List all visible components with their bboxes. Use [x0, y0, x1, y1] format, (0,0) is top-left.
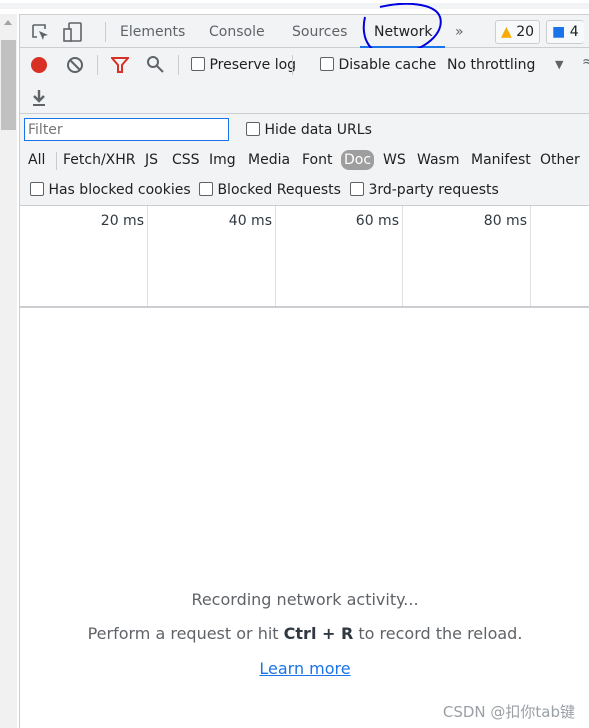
- type-media[interactable]: Media: [248, 152, 290, 168]
- message-icon: ■: [552, 24, 566, 40]
- preserve-log-checkbox[interactable]: Preserve log: [191, 57, 296, 73]
- page-scrollbar[interactable]: [0, 14, 17, 728]
- scroll-up-icon[interactable]: [4, 20, 12, 25]
- type-js[interactable]: JS: [145, 152, 158, 168]
- type-css[interactable]: CSS: [172, 152, 200, 168]
- type-manifest[interactable]: Manifest: [471, 152, 531, 168]
- chevron-down-icon[interactable]: ▼: [555, 58, 563, 71]
- timeline-tick: 80 ms: [403, 206, 531, 306]
- learn-more-link[interactable]: Learn more: [259, 659, 350, 678]
- filter-bar: Hide data URLs All Fetch/XHR JS CSS Img …: [20, 114, 589, 206]
- timeline-tick: 60 ms: [276, 206, 403, 306]
- warning-icon: ▲: [501, 24, 512, 40]
- type-ws[interactable]: WS: [383, 152, 406, 168]
- tab-sources[interactable]: Sources: [292, 24, 347, 40]
- import-har-icon[interactable]: [31, 89, 47, 107]
- type-other[interactable]: Other: [540, 152, 580, 168]
- throttling-select[interactable]: No throttling: [447, 57, 535, 73]
- network-toolbar: Preserve log Disable cache No throttling…: [20, 48, 589, 114]
- type-doc[interactable]: Doc: [341, 150, 375, 170]
- tab-console[interactable]: Console: [209, 24, 265, 40]
- filter-icon[interactable]: [111, 56, 129, 74]
- type-wasm[interactable]: Wasm: [417, 152, 459, 168]
- reload-hint: Perform a request or hit Ctrl + R to rec…: [87, 624, 523, 643]
- more-tabs-button[interactable]: »: [455, 24, 464, 40]
- type-img[interactable]: Img: [209, 152, 236, 168]
- has-blocked-cookies-checkbox[interactable]: Has blocked cookies: [30, 182, 191, 198]
- blocked-requests-checkbox[interactable]: Blocked Requests: [199, 182, 341, 198]
- devtools-tab-bar: Elements Console Sources Network » ▲ 20 …: [20, 3, 589, 57]
- scrollbar-thumb[interactable]: [1, 40, 16, 130]
- timeline-tick: 40 ms: [148, 206, 276, 306]
- devtools-panel: Elements Console Sources Network » ▲ 20 …: [19, 3, 589, 728]
- type-fetch-xhr[interactable]: Fetch/XHR: [63, 152, 136, 168]
- timeline-overview[interactable]: 20 ms 40 ms 60 ms 80 ms: [20, 206, 589, 308]
- search-icon[interactable]: [146, 55, 164, 73]
- type-font[interactable]: Font: [302, 152, 332, 168]
- recording-message: Recording network activity...: [191, 590, 419, 609]
- hide-data-urls-checkbox[interactable]: Hide data URLs: [246, 122, 372, 138]
- warnings-badge[interactable]: ▲ 20: [495, 20, 541, 44]
- third-party-requests-checkbox[interactable]: 3rd-party requests: [350, 182, 499, 198]
- disable-cache-checkbox[interactable]: Disable cache: [320, 57, 436, 73]
- timeline-tick: 20 ms: [20, 206, 148, 306]
- watermark: CSDN @扣你tab键: [442, 703, 575, 721]
- clear-icon[interactable]: [66, 56, 84, 74]
- type-all[interactable]: All: [28, 152, 45, 168]
- record-button[interactable]: [31, 57, 47, 73]
- messages-badge[interactable]: ■ 4: [546, 20, 584, 44]
- filter-input[interactable]: [24, 118, 229, 141]
- inspect-element-icon[interactable]: [30, 22, 50, 42]
- device-toggle-icon[interactable]: [62, 21, 84, 43]
- browser-top-strip: [0, 0, 589, 14]
- network-conditions-icon[interactable]: ≈: [582, 54, 589, 70]
- tab-elements[interactable]: Elements: [120, 24, 185, 40]
